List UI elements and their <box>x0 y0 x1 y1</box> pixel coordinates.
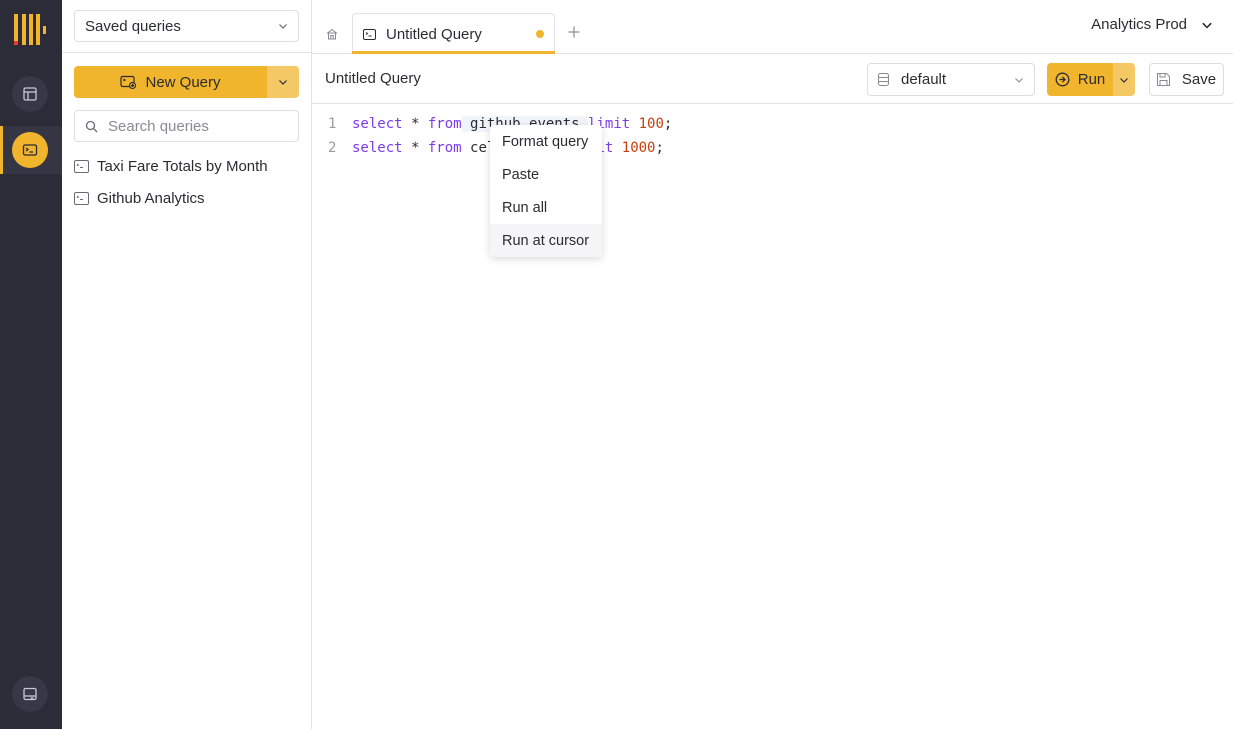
query-toolbar: Untitled Query default Run Save <box>312 54 1233 104</box>
line-number: 1 <box>328 116 337 132</box>
search-icon <box>85 120 98 132</box>
query-icon <box>363 28 376 40</box>
chevron-down-icon <box>1120 77 1128 83</box>
new-query-label: New Query <box>145 73 221 91</box>
menu-item-run-all[interactable]: Run all <box>490 191 602 224</box>
rail-tables-button[interactable] <box>12 76 48 112</box>
new-query-dropdown-button[interactable] <box>267 66 299 98</box>
service-label: Analytics Prod <box>1091 16 1187 33</box>
rail-queries-button[interactable] <box>12 132 48 168</box>
new-query-split-button: New Query <box>74 66 299 98</box>
code-token: 1000 <box>621 140 656 156</box>
table-icon <box>23 87 37 101</box>
chevron-down-icon <box>279 80 287 85</box>
plus-icon <box>568 26 580 38</box>
menu-item-paste[interactable]: Paste <box>490 158 602 191</box>
saved-queries-select-value: Saved queries <box>85 17 181 35</box>
chevron-down-icon <box>1202 22 1212 29</box>
code-token: * <box>402 140 428 156</box>
sql-editor[interactable]: 1 select * from github_events limit 100;… <box>312 105 1233 729</box>
save-button[interactable]: Save <box>1149 63 1224 96</box>
saved-queries-list: Taxi Fare Totals by Month Github Analyti… <box>74 150 299 214</box>
rail-console-button[interactable] <box>12 676 48 712</box>
code-token: select <box>352 140 403 156</box>
run-button[interactable]: Run <box>1047 63 1113 96</box>
run-label: Run <box>1077 71 1106 88</box>
service-selector[interactable]: Analytics Prod <box>1091 16 1213 33</box>
console-icon <box>23 687 37 701</box>
code-token: 100 <box>638 116 664 132</box>
chevron-down-icon <box>1015 77 1023 83</box>
query-name[interactable]: Untitled Query <box>325 70 421 87</box>
save-icon <box>1156 73 1170 86</box>
search-queries-input[interactable] <box>108 117 288 135</box>
editor-line: 2 select * from cell_towers limit 1000; <box>312 136 664 160</box>
tab-bar: Untitled Query Analytics Prod <box>312 0 1233 54</box>
new-query-button[interactable]: New Query <box>74 66 267 98</box>
unsaved-indicator <box>536 30 544 38</box>
main-area: Untitled Query Analytics Prod Untitled Q… <box>312 0 1233 729</box>
code-token: ; <box>663 116 673 132</box>
saved-query-label: Taxi Fare Totals by Month <box>97 157 268 175</box>
saved-query-item[interactable]: Taxi Fare Totals by Month <box>74 150 299 182</box>
run-dropdown-button[interactable] <box>1113 63 1135 96</box>
database-value: default <box>901 71 947 88</box>
line-number: 2 <box>328 140 337 156</box>
code-token: * <box>402 116 428 132</box>
editor-context-menu: Format query Paste Run all Run at cursor <box>490 125 602 257</box>
chevron-down-icon <box>279 24 287 29</box>
nav-rail <box>0 0 62 729</box>
code-token: select <box>352 116 403 132</box>
query-icon <box>74 159 89 173</box>
tab-label: Untitled Query <box>386 25 482 43</box>
code-token: from <box>427 116 462 132</box>
saved-queries-select[interactable]: Saved queries <box>74 10 299 42</box>
menu-item-run-at-cursor[interactable]: Run at cursor <box>490 224 602 257</box>
home-icon <box>326 28 338 40</box>
saved-query-label: Github Analytics <box>97 189 205 207</box>
database-icon <box>878 73 889 86</box>
code-token: from <box>427 140 462 156</box>
add-tab-button[interactable] <box>564 22 584 42</box>
terminal-icon <box>22 144 38 156</box>
tab-home[interactable] <box>312 14 352 54</box>
clickhouse-logo[interactable] <box>14 14 48 46</box>
query-icon <box>74 191 89 205</box>
new-query-icon <box>120 75 137 89</box>
saved-query-item[interactable]: Github Analytics <box>74 182 299 214</box>
tab-untitled-query[interactable]: Untitled Query <box>352 13 555 54</box>
save-label: Save <box>1181 71 1217 88</box>
menu-item-format-query[interactable]: Format query <box>490 125 602 158</box>
run-split-button: Run <box>1047 63 1135 96</box>
code-token: ; <box>655 140 664 156</box>
queries-panel: Saved queries New Query Taxi Fare Totals… <box>62 0 312 729</box>
run-arrow-icon <box>1055 72 1070 87</box>
search-queries-field <box>74 110 299 142</box>
database-select[interactable]: default <box>867 63 1035 96</box>
